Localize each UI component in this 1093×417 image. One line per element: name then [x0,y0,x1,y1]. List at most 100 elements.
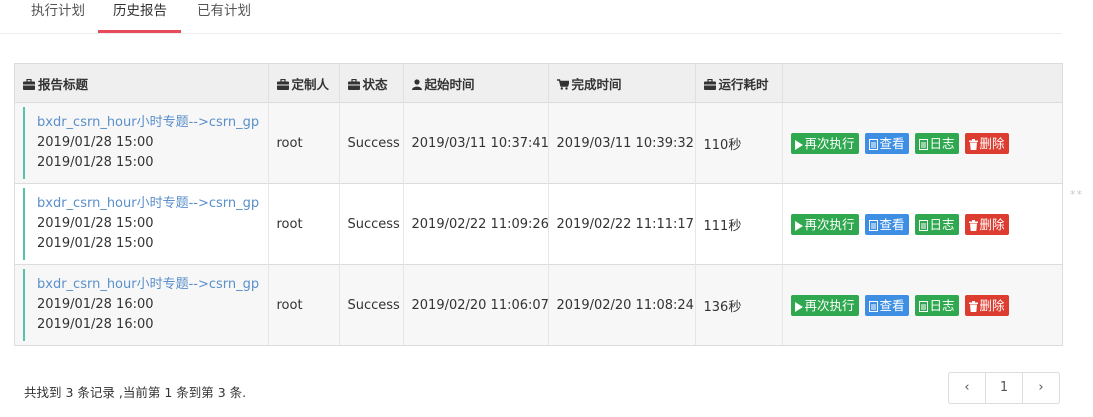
header-owner-label: 定制人 [291,76,330,92]
pagination: ‹ 1 › [948,372,1060,404]
rerun-label: 再次执行 [804,297,855,313]
active-tab-indicator [98,30,181,33]
status-cell: Success [339,183,404,265]
play-icon [794,220,803,231]
page-1-button[interactable]: 1 [986,373,1023,403]
log-button[interactable]: 日志 [914,132,959,154]
document-icon [918,300,928,312]
view-button[interactable]: 查看 [864,294,909,316]
row-accent-bar [23,107,25,179]
trash-icon [968,219,978,231]
table-row: bxdr_csrn_hour小时专题-->csrn_gp 2019/01/28 … [15,102,1062,184]
header-actions [782,64,1062,103]
delete-label: 删除 [979,297,1005,313]
rerun-button[interactable]: 再次执行 [790,213,859,235]
table-header-row: 报告标题 定制人 状态 起始时间 完成时间 运行耗时 [15,64,1062,103]
view-label: 查看 [879,216,905,232]
next-page-button[interactable]: › [1023,373,1059,403]
header-title-label: 报告标题 [38,76,89,92]
document-icon [868,138,878,150]
report-time-line: 2019/01/28 16:00 [37,297,154,312]
view-button[interactable]: 查看 [864,213,909,235]
header-start-time[interactable]: 起始时间 [403,64,549,103]
document-icon [868,300,878,312]
report-title-cell: bxdr_csrn_hour小时专题-->csrn_gp 2019/01/28 … [15,102,269,184]
view-label: 查看 [879,297,905,313]
delete-button[interactable]: 删除 [964,294,1009,316]
report-time-line: 2019/01/28 15:00 [37,135,154,150]
delete-button[interactable]: 删除 [964,132,1009,154]
play-icon [794,139,803,150]
actions-cell: 再次执行 查看 日志 删除 [782,102,1062,184]
owner-cell: root [268,183,340,265]
log-label: 日志 [929,297,955,313]
tab-execute-plan[interactable]: 执行计划 [31,2,85,30]
rerun-button[interactable]: 再次执行 [790,132,859,154]
log-button[interactable]: 日志 [914,294,959,316]
header-status[interactable]: 状态 [339,64,404,103]
delete-button[interactable]: 删除 [964,213,1009,235]
header-duration-label: 运行耗时 [718,76,769,92]
log-button[interactable]: 日志 [914,213,959,235]
header-finish-label: 完成时间 [571,76,622,92]
status-cell: Success [339,102,404,184]
header-duration[interactable]: 运行耗时 [695,64,783,103]
log-label: 日志 [929,135,955,151]
report-time-line: 2019/01/28 15:00 [37,216,154,231]
rerun-label: 再次执行 [804,216,855,232]
tab-history-report[interactable]: 历史报告 [113,2,167,30]
briefcase-icon [276,78,289,90]
report-title-link[interactable]: bxdr_csrn_hour小时专题-->csrn_gp [37,113,268,133]
tab-existing-plans[interactable]: 已有计划 [197,2,251,30]
row-accent-bar [23,269,25,341]
briefcase-icon [347,78,360,90]
delete-label: 删除 [979,216,1005,232]
start-time-cell: 2019/02/22 11:09:26 [403,183,549,265]
header-status-label: 状态 [362,76,388,92]
trash-icon [968,138,978,150]
finish-time-cell: 2019/03/11 10:39:32 [548,102,696,184]
trash-icon [968,300,978,312]
header-title[interactable]: 报告标题 [15,64,269,103]
report-title-cell: bxdr_csrn_hour小时专题-->csrn_gp 2019/01/28 … [15,264,269,345]
report-title-link[interactable]: bxdr_csrn_hour小时专题-->csrn_gp [37,275,268,295]
report-title-link[interactable]: bxdr_csrn_hour小时专题-->csrn_gp [37,194,268,214]
header-start-label: 起始时间 [424,76,475,92]
briefcase-icon [703,78,716,90]
actions-cell: 再次执行 查看 日志 删除 [782,183,1062,265]
view-button[interactable]: 查看 [864,132,909,154]
table-row: bxdr_csrn_hour小时专题-->csrn_gp 2019/01/28 … [15,183,1062,265]
document-icon [918,219,928,231]
owner-cell: root [268,264,340,345]
cart-icon [556,78,569,90]
view-label: 查看 [879,135,905,151]
document-icon [868,219,878,231]
report-time-line: 2019/01/28 16:00 [37,317,154,332]
record-summary: 共找到 3 条记录 ,当前第 1 条到第 3 条. [24,385,247,400]
rerun-button[interactable]: 再次执行 [790,294,859,316]
play-icon [794,301,803,312]
rerun-label: 再次执行 [804,135,855,151]
briefcase-icon [23,78,35,90]
duration-cell: 136秒 [695,264,783,345]
document-icon [918,138,928,150]
report-table: 报告标题 定制人 状态 起始时间 完成时间 运行耗时 bxdr_csrn_hou… [14,63,1063,346]
side-marker: ** [1070,188,1083,201]
tab-bar: 执行计划 历史报告 已有计划 [0,0,1062,34]
status-cell: Success [339,264,404,345]
owner-cell: root [268,102,340,184]
header-owner[interactable]: 定制人 [268,64,340,103]
user-icon [411,78,422,90]
start-time-cell: 2019/02/20 11:06:07 [403,264,549,345]
report-time-line: 2019/01/28 15:00 [37,155,154,170]
finish-time-cell: 2019/02/22 11:11:17 [548,183,696,265]
report-time-line: 2019/01/28 15:00 [37,236,154,251]
row-accent-bar [23,188,25,260]
prev-page-button[interactable]: ‹ [949,373,986,403]
report-title-cell: bxdr_csrn_hour小时专题-->csrn_gp 2019/01/28 … [15,183,269,265]
finish-time-cell: 2019/02/20 11:08:24 [548,264,696,345]
duration-cell: 110秒 [695,102,783,184]
table-row: bxdr_csrn_hour小时专题-->csrn_gp 2019/01/28 … [15,264,1062,345]
header-finish-time[interactable]: 完成时间 [548,64,696,103]
log-label: 日志 [929,216,955,232]
